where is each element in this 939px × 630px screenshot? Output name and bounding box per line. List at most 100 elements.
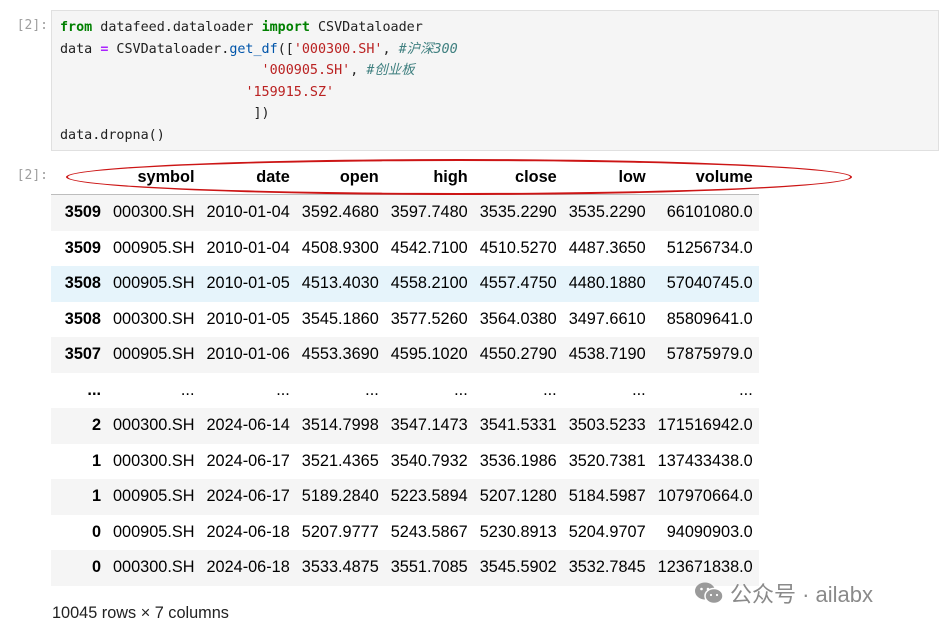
code-call: CSVDataloader.	[108, 41, 230, 57]
cell-volume: 57875979.0	[666, 345, 753, 364]
code-keyword-from: from	[60, 20, 93, 35]
row-index: 1	[91, 487, 101, 506]
cell-date: 2024-06-14	[206, 416, 290, 435]
cell-high: 5223.5894	[390, 487, 468, 506]
cell-close: 4557.4750	[479, 274, 557, 293]
table-row: 0 000905.SH 2024-06-18 5207.9777 5243.5867 52…	[51, 514, 759, 550]
output-prompt: [2]:	[16, 168, 48, 183]
header-open: open	[295, 160, 385, 195]
cell-date: 2010-01-05	[206, 309, 290, 328]
cell-symbol: 000300.SH	[113, 558, 195, 577]
cell-symbol: 000300.SH	[113, 203, 195, 222]
cell-symbol: 000300.SH	[113, 416, 195, 435]
cell-close: 3535.2290	[479, 203, 557, 222]
cell-symbol: 000905.SH	[113, 487, 195, 506]
cell-volume: 57040745.0	[666, 274, 753, 293]
row-index: 2	[91, 416, 101, 435]
code-comment: #沪深300	[398, 41, 458, 57]
cell-close: 3536.1986	[479, 451, 557, 470]
cell-low: 3535.2290	[568, 203, 646, 222]
header-high: high	[384, 160, 474, 195]
cell-symbol: 000905.SH	[113, 522, 195, 541]
watermark: 公众号 · ailabx	[694, 578, 873, 608]
dataframe-table: symbol date open high close low volume 3…	[51, 160, 759, 586]
table-row: 3508 000300.SH 2010-01-05 3545.1860 3577.526…	[51, 301, 759, 337]
cell-open: 3533.4875	[301, 558, 379, 577]
cell-close: 4550.2790	[479, 345, 557, 364]
cell-date: 2024-06-18	[206, 558, 290, 577]
cell-open: 3521.4365	[301, 451, 379, 470]
cell-low: 4480.1880	[568, 274, 646, 293]
cell-volume: 85809641.0	[666, 309, 753, 328]
cell-symbol: ...	[180, 380, 195, 399]
cell-low: 5184.5987	[568, 487, 646, 506]
row-index: 0	[91, 558, 101, 577]
code-var: data	[60, 41, 101, 57]
cell-symbol: 000300.SH	[113, 451, 195, 470]
cell-open: 4508.9300	[301, 238, 379, 257]
code-string: '000300.SH'	[293, 41, 383, 57]
cell-symbol: 000905.SH	[113, 345, 195, 364]
cell-open: 4553.3690	[301, 345, 379, 364]
code-cell[interactable]: from datafeed.dataloader import CSVDatal…	[51, 10, 939, 151]
cell-high: 5243.5867	[390, 522, 468, 541]
cell-symbol: 000905.SH	[113, 274, 195, 293]
code-function: get_df	[229, 41, 278, 57]
cell-volume: 137433438.0	[657, 451, 753, 470]
table-row: 3507 000905.SH 2010-01-06 4553.3690 4595.102…	[51, 337, 759, 373]
row-index: 3509	[64, 203, 101, 222]
code-editor[interactable]: from datafeed.dataloader import CSVDatal…	[60, 17, 458, 147]
cell-date: 2024-06-17	[206, 451, 290, 470]
code-bracket-close: ])	[253, 106, 270, 122]
cell-volume: ...	[739, 380, 753, 399]
row-index: 3508	[64, 309, 101, 328]
table-row: 0 000300.SH 2024-06-18 3533.4875 3551.7085 35…	[51, 550, 759, 586]
code-comma: ,	[382, 41, 399, 57]
cell-volume: 51256734.0	[666, 238, 753, 257]
cell-high: 3597.7480	[390, 203, 468, 222]
cell-low: 4538.7190	[568, 345, 646, 364]
cell-date: ...	[276, 380, 290, 399]
cell-low: 3520.7381	[568, 451, 646, 470]
cell-open: 3514.7998	[301, 416, 379, 435]
cell-low: 3503.5233	[568, 416, 646, 435]
cell-date: 2010-01-04	[206, 203, 290, 222]
row-index: 1	[91, 451, 101, 470]
cell-high: 3577.5260	[390, 309, 468, 328]
cell-symbol: 000905.SH	[113, 238, 195, 257]
cell-close: 4510.5270	[479, 238, 557, 257]
header-close: close	[473, 160, 563, 195]
code-keyword-import: import	[261, 20, 310, 35]
code-comma: ,	[350, 63, 367, 79]
row-index: 0	[91, 522, 101, 541]
cell-low: 4487.3650	[568, 238, 646, 257]
cell-close: ...	[543, 380, 557, 399]
cell-low: 5204.9707	[568, 522, 646, 541]
cell-low: ...	[632, 380, 646, 399]
cell-close: 5207.1280	[479, 487, 557, 506]
input-prompt: [2]:	[16, 18, 48, 33]
cell-open: 5189.2840	[301, 487, 379, 506]
table-row: ........................	[51, 372, 759, 408]
row-index: 3508	[64, 274, 101, 293]
cell-volume: 94090903.0	[666, 522, 753, 541]
cell-date: 2010-01-04	[206, 238, 290, 257]
cell-close: 3545.5902	[479, 558, 557, 577]
cell-low: 3497.6610	[568, 309, 646, 328]
cell-high: 3551.7085	[390, 558, 468, 577]
cell-high: 4595.1020	[390, 345, 468, 364]
wechat-icon	[695, 582, 724, 605]
cell-date: 2010-01-05	[206, 274, 290, 293]
cell-volume: 107970664.0	[657, 487, 753, 506]
cell-open: 3545.1860	[301, 309, 379, 328]
cell-high: 4542.7100	[390, 238, 468, 257]
cell-date: 2024-06-18	[206, 522, 290, 541]
code-string: '159915.SZ'	[245, 84, 335, 100]
header-date: date	[200, 160, 296, 195]
cell-close: 5230.8913	[479, 522, 557, 541]
cell-symbol: 000300.SH	[113, 309, 195, 328]
cell-open: 3592.4680	[301, 203, 379, 222]
cell-open: 4513.4030	[301, 274, 379, 293]
table-row: 3508 000905.SH 2010-01-05 4513.4030 4558.210…	[51, 266, 759, 302]
